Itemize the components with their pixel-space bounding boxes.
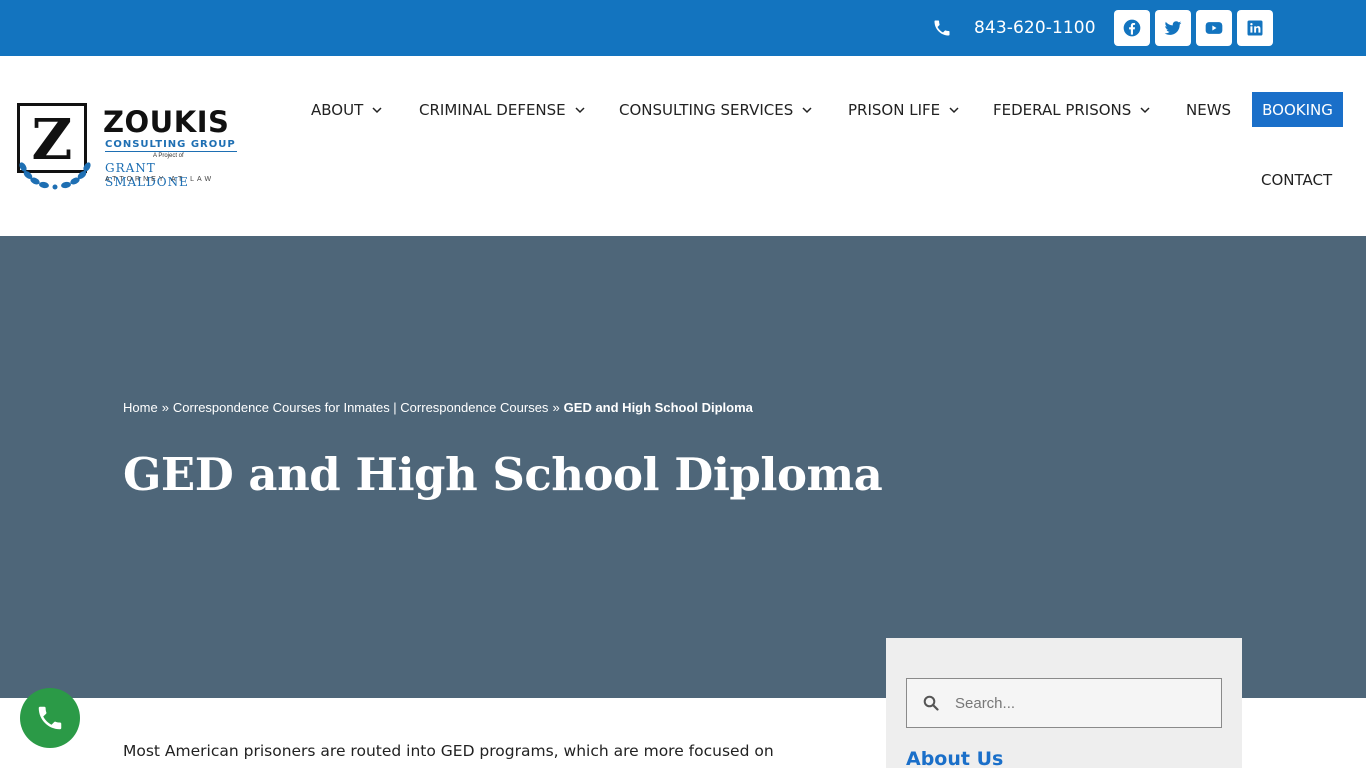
phone-link[interactable]: 843-620-1100 (932, 15, 1096, 41)
nav-prison-life[interactable]: PRISON LIFE (848, 100, 960, 120)
logo-subtitle: CONSULTING GROUP (105, 139, 236, 150)
phone-icon (38, 706, 62, 730)
site-logo[interactable]: Z ZOUKIS CONSULTING GROUP A Project of G… (15, 101, 237, 191)
linkedin-icon (1247, 20, 1263, 36)
logo-divider (105, 151, 237, 152)
chevron-down-icon (949, 107, 959, 114)
call-button[interactable] (20, 688, 80, 748)
youtube-icon (1205, 22, 1223, 34)
nav-about[interactable]: ABOUT (311, 100, 383, 120)
logo-project-line: A Project of (153, 153, 184, 159)
chevron-down-icon (802, 107, 812, 114)
nav-about-label: ABOUT (311, 101, 364, 119)
youtube-link[interactable] (1196, 10, 1232, 46)
laurel-icon (19, 162, 91, 190)
breadcrumb: Home» Correspondence Courses for Inmates … (123, 400, 753, 415)
intro-paragraph: Most American prisoners are routed into … (123, 742, 774, 760)
facebook-link[interactable] (1114, 10, 1150, 46)
logo-firm: GRANT SMALDONE (105, 161, 189, 189)
phone-number: 843-620-1100 (974, 18, 1096, 38)
nav-federal-prisons[interactable]: FEDERAL PRISONS (993, 100, 1151, 120)
chevron-down-icon (1140, 107, 1150, 114)
nav-criminal-defense-label: CRIMINAL DEFENSE (419, 101, 566, 119)
page-title: GED and High School Diploma (123, 448, 883, 501)
nav-news[interactable]: NEWS (1186, 100, 1231, 120)
facebook-icon (1123, 19, 1141, 37)
logo-name: ZOUKIS (103, 105, 230, 139)
nav-prison-life-label: PRISON LIFE (848, 101, 941, 119)
breadcrumb-current: GED and High School Diploma (563, 400, 753, 415)
chevron-down-icon (575, 107, 585, 114)
about-us-heading[interactable]: About Us (906, 748, 1003, 768)
twitter-link[interactable] (1155, 10, 1191, 46)
chevron-down-icon (372, 107, 382, 114)
breadcrumb-separator: » (552, 400, 560, 415)
breadcrumb-home[interactable]: Home (123, 400, 158, 415)
booking-button[interactable]: BOOKING (1252, 92, 1343, 127)
nav-contact-label: CONTACT (1261, 171, 1333, 189)
breadcrumb-separator: » (161, 400, 169, 415)
nav-contact[interactable]: CONTACT (1261, 170, 1332, 190)
search-input[interactable] (955, 694, 1215, 712)
search-icon (923, 695, 939, 711)
logo-firm-sub: ATTORNEY AT LAW (105, 176, 215, 183)
search-box (906, 678, 1222, 728)
nav-news-label: NEWS (1186, 101, 1232, 119)
breadcrumb-parent[interactable]: Correspondence Courses for Inmates | Cor… (173, 400, 549, 415)
nav-federal-prisons-label: FEDERAL PRISONS (993, 101, 1132, 119)
nav-consulting-services[interactable]: CONSULTING SERVICES (619, 100, 813, 120)
nav-consulting-services-label: CONSULTING SERVICES (619, 101, 794, 119)
linkedin-link[interactable] (1237, 10, 1273, 46)
twitter-icon (1164, 21, 1182, 35)
nav-criminal-defense[interactable]: CRIMINAL DEFENSE (419, 100, 586, 120)
phone-icon (934, 20, 950, 36)
top-bar: 843-620-1100 (0, 0, 1366, 56)
sidebar: About Us (886, 638, 1242, 768)
